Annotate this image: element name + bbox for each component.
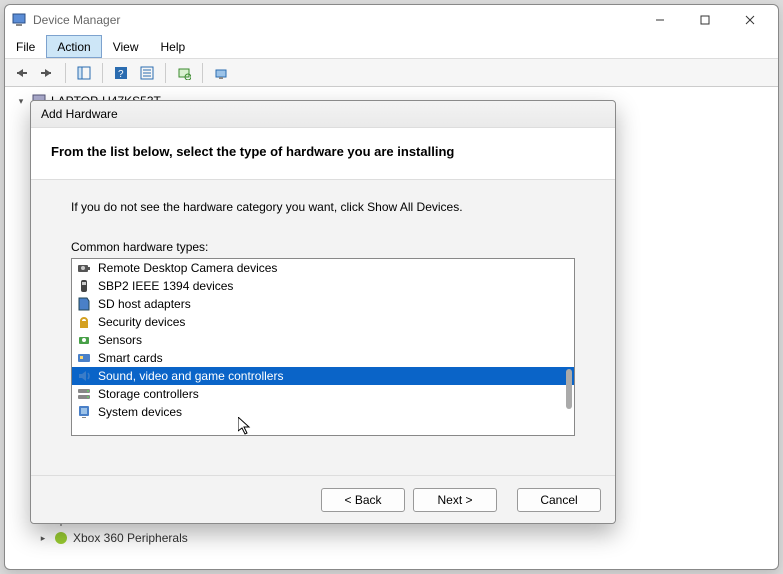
chevron-down-icon[interactable]: ▾ (15, 95, 27, 107)
menubar: File Action View Help (5, 35, 778, 59)
list-item-label: Sensors (98, 333, 142, 347)
storage-icon (76, 386, 92, 402)
lock-icon (76, 314, 92, 330)
menu-view[interactable]: View (102, 35, 150, 58)
maximize-button[interactable] (682, 6, 727, 34)
minimize-button[interactable] (637, 6, 682, 34)
list-item[interactable]: System devices (72, 403, 574, 421)
dialog-footer: < Back Next > Cancel (31, 475, 615, 523)
toolbar: ? (5, 59, 778, 87)
toolbar-separator (202, 63, 203, 83)
list-item-label: Security devices (98, 315, 185, 329)
properties-icon[interactable] (135, 62, 159, 84)
sd-icon (76, 296, 92, 312)
dialog-title: Add Hardware (31, 101, 615, 128)
camera-icon (76, 260, 92, 276)
window-title: Device Manager (33, 13, 637, 27)
dialog-banner: From the list below, select the type of … (31, 128, 615, 180)
list-item-label: SD host adapters (98, 297, 191, 311)
sensor-icon (76, 332, 92, 348)
menu-file[interactable]: File (5, 35, 46, 58)
list-label: Common hardware types: (71, 240, 575, 254)
list-item[interactable]: Remote Desktop Camera devices (72, 259, 574, 277)
list-item[interactable]: SD host adapters (72, 295, 574, 313)
back-button[interactable]: < Back (321, 488, 405, 512)
titlebar-controls (637, 6, 772, 34)
chevron-right-icon[interactable]: ▸ (37, 532, 49, 544)
list-item-label: Remote Desktop Camera devices (98, 261, 277, 275)
list-item[interactable]: Sound, video and game controllers (72, 367, 574, 385)
list-item[interactable]: Storage controllers (72, 385, 574, 403)
help-icon[interactable]: ? (109, 62, 133, 84)
tree-item-label: Xbox 360 Peripherals (73, 531, 188, 545)
list-item-label: Sound, video and game controllers (98, 369, 283, 383)
next-button[interactable]: Next > (413, 488, 497, 512)
list-item[interactable]: Smart cards (72, 349, 574, 367)
hardware-types-listbox[interactable]: Remote Desktop Camera devices SBP2 IEEE 1… (71, 258, 575, 436)
toolbar-separator (102, 63, 103, 83)
menu-help[interactable]: Help (150, 35, 197, 58)
cancel-button[interactable]: Cancel (517, 488, 601, 512)
dialog-banner-text: From the list below, select the type of … (51, 144, 595, 159)
menu-action[interactable]: Action (46, 35, 101, 58)
list-item-label: SBP2 IEEE 1394 devices (98, 279, 233, 293)
speaker-icon (76, 368, 92, 384)
titlebar: Device Manager (5, 5, 778, 35)
svg-text:?: ? (118, 69, 124, 80)
list-item-label: Smart cards (98, 351, 163, 365)
toolbar-separator (165, 63, 166, 83)
show-hide-tree-icon[interactable] (72, 62, 96, 84)
smartcard-icon (76, 350, 92, 366)
tree-item-xbox[interactable]: ▸ Xbox 360 Peripherals (37, 529, 770, 547)
list-item[interactable]: Sensors (72, 331, 574, 349)
list-item[interactable]: SBP2 IEEE 1394 devices (72, 277, 574, 295)
xbox-icon (53, 530, 69, 546)
close-button[interactable] (727, 6, 772, 34)
back-arrow-icon[interactable] (9, 62, 33, 84)
add-hardware-icon[interactable] (209, 62, 233, 84)
forward-arrow-icon[interactable] (35, 62, 59, 84)
toolbar-separator (65, 63, 66, 83)
firewire-icon (76, 278, 92, 294)
list-item[interactable]: Security devices (72, 313, 574, 331)
list-item-label: Storage controllers (98, 387, 199, 401)
scrollbar-thumb[interactable] (566, 369, 572, 409)
add-hardware-dialog: Add Hardware From the list below, select… (30, 100, 616, 524)
scan-hardware-icon[interactable] (172, 62, 196, 84)
dialog-hint: If you do not see the hardware category … (71, 200, 575, 214)
dialog-body: If you do not see the hardware category … (31, 180, 615, 475)
list-item-label: System devices (98, 405, 182, 419)
app-icon (11, 12, 27, 28)
system-icon (76, 404, 92, 420)
